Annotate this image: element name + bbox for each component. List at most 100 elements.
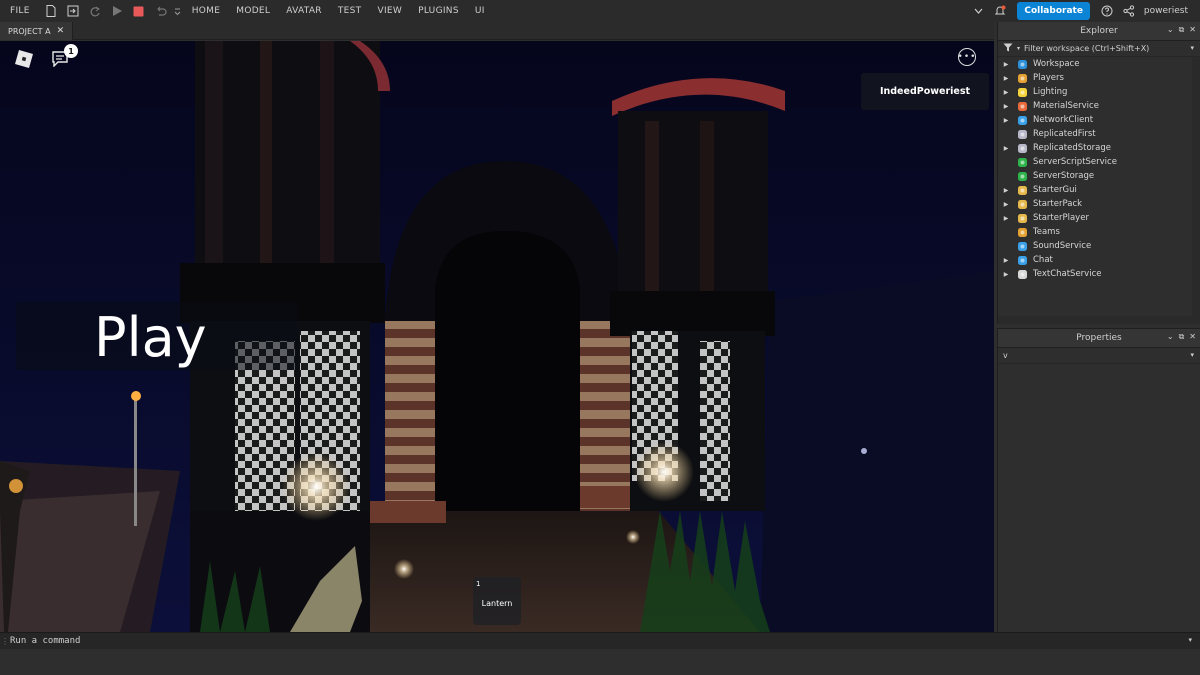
tab-project-a[interactable]: PROJECT A ✕ [0, 22, 74, 40]
explorer-item-players[interactable]: ▶ Players [998, 71, 1200, 85]
expand-arrow-icon[interactable]: ▶ [998, 117, 1014, 124]
explorer-item-chat[interactable]: ▶ Chat [998, 253, 1200, 267]
notification-bell-icon[interactable] [993, 4, 1007, 18]
explorer-item-teams[interactable]: Teams [998, 225, 1200, 239]
filter-placeholder: Filter workspace (Ctrl+Shift+X) [1024, 44, 1150, 53]
explorer-item-label: ReplicatedStorage [1033, 143, 1111, 153]
command-grip-icon: ⋮ [1, 636, 9, 646]
expand-arrow-icon[interactable]: ▶ [998, 187, 1014, 194]
explorer-vertical-scrollbar[interactable] [1192, 57, 1200, 319]
menu-plugins[interactable]: PLUGINS [410, 6, 467, 16]
chat-unread-badge: 1 [64, 44, 78, 58]
redo-icon[interactable] [88, 4, 102, 18]
menu-model[interactable]: MODEL [228, 6, 278, 16]
explorer-item-serverstorage[interactable]: ServerStorage [998, 169, 1200, 183]
filter-dropdown-icon[interactable]: ▾ [1017, 45, 1020, 52]
expand-arrow-icon[interactable]: ▶ [998, 103, 1014, 110]
explorer-item-label: ReplicatedFirst [1033, 129, 1096, 139]
close-icon[interactable]: ✕ [57, 26, 65, 36]
stop-icon[interactable] [132, 4, 146, 18]
explorer-item-replicatedfirst[interactable]: ReplicatedFirst [998, 127, 1200, 141]
help-icon[interactable] [1100, 4, 1114, 18]
explorer-item-label: ServerScriptService [1033, 157, 1117, 167]
top-menu-bar: FILE HOME MODEL AVATAR TEST VIEW PLUGINS… [0, 0, 1200, 22]
expand-arrow-icon[interactable]: ▶ [998, 89, 1014, 96]
explorer-title: Explorer [1080, 26, 1118, 36]
player-name-tag: IndeedPoweriest [861, 73, 989, 110]
explorer-item-label: TextChatService [1033, 269, 1102, 279]
properties-filter[interactable]: v ▾ [998, 348, 1200, 364]
serverscriptservice-icon [1016, 156, 1028, 168]
explorer-item-starterpack[interactable]: ▶ StarterPack [998, 197, 1200, 211]
menu-file[interactable]: FILE [0, 6, 40, 16]
username-label[interactable]: poweriest [1144, 6, 1188, 16]
startergui-icon [1016, 184, 1028, 196]
menu-view[interactable]: VIEW [369, 6, 410, 16]
explorer-item-workspace[interactable]: ▶ Workspace [998, 57, 1200, 71]
roblox-logo-icon[interactable] [14, 49, 34, 69]
close-icon[interactable]: ✕ [1189, 25, 1196, 35]
game-viewport[interactable]: 1 ••• IndeedPoweriest Play 1 Lantern [0, 41, 994, 632]
close-icon[interactable]: ✕ [1189, 332, 1196, 342]
more-options-chevron-icon[interactable] [174, 4, 182, 18]
properties-header: Properties ⌄ ⧉ ✕ [998, 329, 1200, 348]
top-right-controls: Collaborate poweriest [967, 0, 1200, 22]
explorer-item-textchatservice[interactable]: ▶ TextChatService [998, 267, 1200, 281]
more-menu-button[interactable]: ••• [958, 48, 976, 66]
expand-arrow-icon[interactable]: ▶ [998, 271, 1014, 278]
open-file-icon[interactable] [66, 4, 80, 18]
explorer-item-label: Teams [1033, 227, 1060, 237]
play-icon[interactable] [110, 4, 124, 18]
undock-icon[interactable]: ⧉ [1179, 25, 1185, 35]
explorer-item-materialservice[interactable]: ▶ MaterialService [998, 99, 1200, 113]
properties-title: Properties [1076, 333, 1122, 343]
starterpack-icon [1016, 198, 1028, 210]
explorer-filter[interactable]: ▾ Filter workspace (Ctrl+Shift+X) ▾ [998, 41, 1200, 57]
menu-avatar[interactable]: AVATAR [278, 6, 330, 16]
share-icon[interactable] [1122, 4, 1136, 18]
collapse-chevron-icon[interactable]: ⌄ [1167, 332, 1174, 342]
explorer-item-starterplayer[interactable]: ▶ StarterPlayer [998, 211, 1200, 225]
status-bar [0, 650, 1200, 675]
soundservice-icon [1016, 240, 1028, 252]
filter-funnel-icon [1003, 43, 1013, 54]
expand-arrow-icon[interactable]: ▶ [998, 257, 1014, 264]
menu-ui[interactable]: UI [467, 6, 493, 16]
expand-arrow-icon[interactable]: ▶ [998, 215, 1014, 222]
explorer-tree: ▶ Workspace ▶ Players ▶ Lighting ▶ MaterialServ… [998, 57, 1200, 281]
explorer-item-serverscriptservice[interactable]: ServerScriptService [998, 155, 1200, 169]
materialservice-icon [1016, 100, 1028, 112]
explorer-item-soundservice[interactable]: SoundService [998, 239, 1200, 253]
collapse-chevron-icon[interactable]: ⌄ [1167, 25, 1174, 35]
expand-arrow-icon[interactable]: ▶ [998, 201, 1014, 208]
filter-caret-icon[interactable]: ▾ [1190, 44, 1194, 52]
collaborate-button[interactable]: Collaborate [1017, 2, 1090, 20]
explorer-item-replicatedstorage[interactable]: ▶ ReplicatedStorage [998, 141, 1200, 155]
undock-icon[interactable]: ⧉ [1179, 332, 1185, 342]
expand-arrow-icon[interactable]: ▶ [998, 145, 1014, 152]
explorer-item-label: StarterPlayer [1033, 213, 1089, 223]
properties-filter-caret-icon[interactable]: ▾ [1190, 351, 1194, 359]
properties-window-controls: ⌄ ⧉ ✕ [1167, 332, 1196, 342]
undo-icon[interactable] [154, 4, 168, 18]
expand-arrow-icon[interactable]: ▶ [998, 75, 1014, 82]
explorer-item-startergui[interactable]: ▶ StarterGui [998, 183, 1200, 197]
menu-home[interactable]: HOME [184, 6, 229, 16]
play-button-label[interactable]: Play [94, 306, 207, 369]
new-file-icon[interactable] [44, 4, 58, 18]
chevron-down-icon[interactable] [971, 4, 985, 18]
teams-icon [1016, 226, 1028, 238]
players-icon [1016, 72, 1028, 84]
explorer-item-label: Workspace [1033, 59, 1080, 69]
explorer-window-controls: ⌄ ⧉ ✕ [1167, 25, 1196, 35]
explorer-item-networkclient[interactable]: ▶ NetworkClient [998, 113, 1200, 127]
menu-test[interactable]: TEST [330, 6, 370, 16]
expand-arrow-icon[interactable]: ▶ [998, 61, 1014, 68]
explorer-item-lighting[interactable]: ▶ Lighting [998, 85, 1200, 99]
hotbar-slot-1[interactable]: 1 Lantern [473, 577, 521, 625]
workspace-icon [1016, 58, 1028, 70]
explorer-horizontal-scrollbar[interactable] [998, 316, 1200, 324]
command-input[interactable] [10, 636, 1160, 646]
command-dropdown-icon[interactable]: ▾ [1188, 636, 1192, 644]
explorer-item-label: StarterPack [1033, 199, 1083, 209]
